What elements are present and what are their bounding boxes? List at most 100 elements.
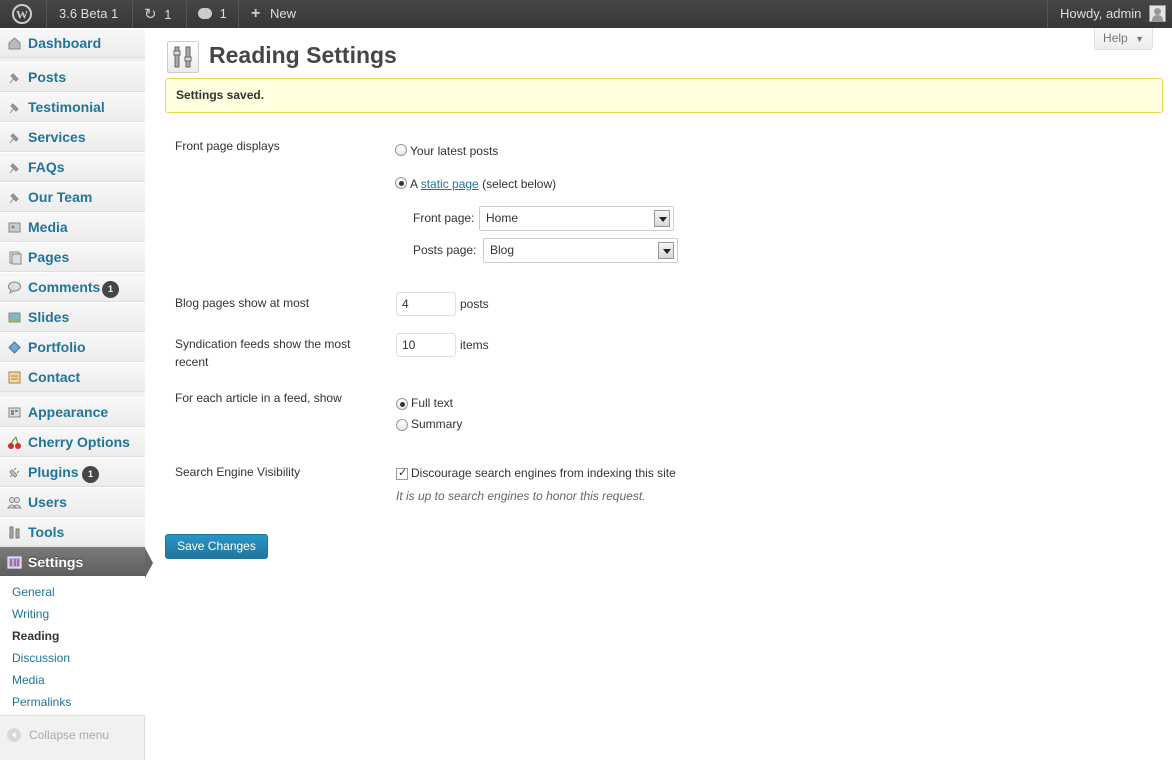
sidebar-item-label: Appearance xyxy=(28,404,109,420)
front-page-value: Home xyxy=(486,211,519,225)
sidebar-item-label: Settings xyxy=(28,554,84,570)
sidebar-item-testimonial[interactable]: Testimonial xyxy=(0,92,145,122)
blog-pages-unit: posts xyxy=(460,297,489,311)
sidebar-item-users[interactable]: Users xyxy=(0,487,145,517)
comments-link[interactable]: 1 xyxy=(198,0,227,28)
sidebar-item-label: Cherry Options xyxy=(28,434,130,450)
media-icon xyxy=(7,220,22,235)
plugins-count-badge: 1 xyxy=(82,466,99,483)
submenu-item-media[interactable]: Media xyxy=(12,672,45,688)
submenu-item-discussion[interactable]: Discussion xyxy=(12,650,70,666)
submenu-item-reading[interactable]: Reading xyxy=(12,628,59,644)
settings-icon xyxy=(7,555,22,570)
my-account-link[interactable]: Howdy, admin xyxy=(1060,0,1141,28)
full-text-label[interactable]: Full text xyxy=(411,395,453,411)
submenu-item-permalinks[interactable]: Permalinks xyxy=(12,694,71,710)
chevron-down-icon xyxy=(658,242,674,259)
front-page-label: Front page: xyxy=(413,211,475,225)
front-page-select[interactable]: Home xyxy=(479,206,674,231)
plus-icon: + xyxy=(251,5,261,22)
sidebar-item-plugins[interactable]: Plugins 1 xyxy=(0,457,145,487)
sidebar-item-appearance[interactable]: Appearance xyxy=(0,397,145,427)
help-tab-button[interactable]: Help ▼ xyxy=(1094,28,1153,50)
users-icon xyxy=(7,495,22,510)
latest-posts-label[interactable]: Your latest posts xyxy=(410,143,498,159)
posts-page-value: Blog xyxy=(490,243,515,257)
collapse-menu-button[interactable]: Collapse menu xyxy=(0,723,145,747)
full-text-radio[interactable] xyxy=(396,398,408,410)
syndication-value: 10 xyxy=(402,338,416,352)
pin-icon xyxy=(7,190,22,205)
discourage-search-checkbox[interactable] xyxy=(396,466,408,480)
slides-icon xyxy=(7,310,22,325)
blog-pages-label: Blog pages show at most xyxy=(175,296,310,310)
pin-icon xyxy=(7,130,22,145)
site-name-link[interactable]: 3.6 Beta 1 xyxy=(59,0,118,28)
portfolio-icon xyxy=(7,340,22,355)
sidebar-item-slides[interactable]: Slides xyxy=(0,302,145,332)
sidebar-item-contact[interactable]: Contact xyxy=(0,362,145,392)
sidebar-item-label: Slides xyxy=(28,309,70,325)
svg-text:W: W xyxy=(16,8,28,22)
sidebar-item-cherry-options[interactable]: Cherry Options xyxy=(0,427,145,457)
sidebar-item-services[interactable]: Services xyxy=(0,122,145,152)
sidebar-item-our-team[interactable]: Our Team xyxy=(0,182,145,212)
sidebar-item-media[interactable]: Media xyxy=(0,212,145,242)
sidebar-item-label: Users xyxy=(28,494,67,510)
syndication-input[interactable]: 10 xyxy=(396,333,456,357)
summary-radio[interactable] xyxy=(396,419,408,431)
avatar[interactable] xyxy=(1149,5,1166,22)
sidebar-item-settings[interactable]: Settings xyxy=(0,547,153,578)
syndication-label: Syndication feeds show the most recent xyxy=(175,337,351,369)
speech-bubble-icon xyxy=(198,8,212,20)
new-content-link[interactable]: + New xyxy=(251,0,296,28)
sidebar-item-tools[interactable]: Tools xyxy=(0,517,145,547)
collapse-arrow-icon xyxy=(7,728,21,742)
new-label: New xyxy=(269,6,296,21)
posts-page-select[interactable]: Blog xyxy=(483,238,678,263)
wordpress-logo-icon[interactable]: W xyxy=(0,0,46,28)
sidebar-item-dashboard[interactable]: Dashboard xyxy=(0,28,145,58)
refresh-icon: ↻ xyxy=(144,5,157,23)
save-changes-button[interactable]: Save Changes xyxy=(165,534,268,559)
sidebar-item-label: Tools xyxy=(28,524,65,540)
comments-icon xyxy=(7,280,22,295)
sidebar-item-pages[interactable]: Pages xyxy=(0,242,145,272)
blog-pages-input[interactable]: 4 xyxy=(396,292,456,316)
submenu-item-general[interactable]: General xyxy=(12,584,55,600)
admin-bar: W 3.6 Beta 1 ↻ 1 1 + New Howdy, admin xyxy=(0,0,1172,28)
sidebar-item-portfolio[interactable]: Portfolio xyxy=(0,332,145,362)
sidebar-item-comments[interactable]: Comments 1 xyxy=(0,272,145,302)
comments-count-badge: 1 xyxy=(102,281,119,298)
submenu-item-writing[interactable]: Writing xyxy=(12,606,49,622)
updates-link[interactable]: ↻ 1 xyxy=(144,0,171,28)
comments-count: 1 xyxy=(219,6,227,21)
blog-pages-value: 4 xyxy=(402,297,409,311)
syndication-unit: items xyxy=(460,338,489,352)
admin-sidebar: Dashboard Posts Testimonial Services FAQ… xyxy=(0,28,153,760)
sidebar-item-faqs[interactable]: FAQs xyxy=(0,152,145,182)
static-prefix[interactable]: A xyxy=(410,177,417,191)
static-suffix[interactable]: (select below) xyxy=(482,177,556,191)
sidebar-item-label: Posts xyxy=(28,69,67,85)
plugins-icon xyxy=(7,465,22,480)
cherry-icon xyxy=(7,435,22,450)
seo-label: Search Engine Visibility xyxy=(175,465,301,479)
updates-count: 1 xyxy=(164,7,172,22)
front-page-displays-label: Front page displays xyxy=(175,139,280,153)
help-label: Help xyxy=(1103,31,1128,45)
greeting: Howdy, admin xyxy=(1060,6,1142,21)
static-page-radio[interactable] xyxy=(395,177,407,189)
latest-posts-radio[interactable] xyxy=(395,144,407,156)
sidebar-item-label: Contact xyxy=(28,369,81,385)
sidebar-item-label: Pages xyxy=(28,249,70,265)
sidebar-item-label: Plugins xyxy=(28,464,79,480)
collapse-menu-label: Collapse menu xyxy=(29,728,110,742)
static-page-link[interactable]: static page xyxy=(421,177,479,191)
summary-label[interactable]: Summary xyxy=(411,416,462,432)
tools-icon xyxy=(7,525,22,540)
discourage-search-label[interactable]: Discourage search engines from indexing … xyxy=(411,465,676,481)
chevron-down-icon: ▼ xyxy=(1135,34,1144,44)
sidebar-item-posts[interactable]: Posts xyxy=(0,62,145,92)
chevron-down-icon xyxy=(654,210,670,227)
